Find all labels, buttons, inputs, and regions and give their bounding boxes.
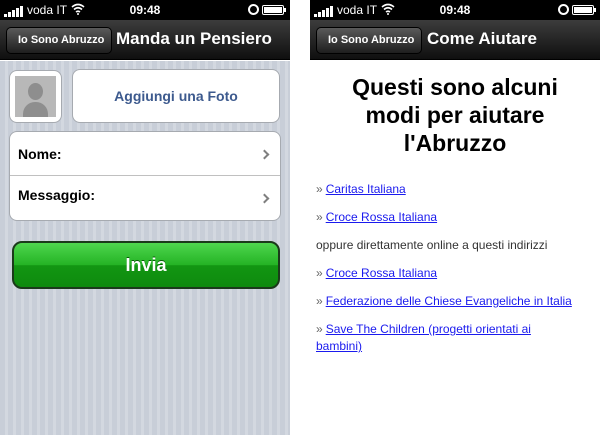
name-field[interactable]: Nome:: [10, 132, 280, 176]
screen-manda-un-pensiero: voda IT 09:48 Io Sono Abruzzo Manda un P…: [0, 0, 290, 435]
send-button[interactable]: Invia: [12, 241, 280, 289]
message-field[interactable]: Messaggio:: [10, 176, 280, 220]
person-silhouette-icon: [15, 76, 56, 117]
link-caritas-italiana[interactable]: Caritas Italiana: [326, 182, 406, 196]
page-title: Manda un Pensiero: [116, 29, 272, 48]
link-croce-rossa-italiana-online[interactable]: Croce Rossa Italiana: [326, 266, 437, 280]
list-item: » Croce Rossa Italiana: [316, 209, 598, 226]
rotation-lock-icon: [248, 4, 259, 15]
link-save-the-children[interactable]: Save The Children (progetti orientati ai…: [316, 322, 531, 353]
message-form: Nome: Messaggio:: [9, 131, 281, 221]
bullet: »: [316, 266, 323, 280]
battery-icon: [572, 5, 596, 15]
link-federazione-chiese-evangeliche[interactable]: Federazione delle Chiese Evangeliche in …: [326, 294, 572, 308]
list-item: » Save The Children (progetti orientati a…: [316, 321, 556, 355]
rotation-lock-icon: [558, 4, 569, 15]
heading-line: Questi sono alcuni: [352, 74, 558, 100]
bullet: »: [316, 210, 323, 224]
navigation-bar: Io Sono Abruzzo Come Aiutare: [310, 20, 600, 60]
online-text: oppure direttamente online a questi indi…: [316, 238, 548, 252]
page-title: Come Aiutare: [427, 29, 537, 48]
back-button[interactable]: Io Sono Abruzzo: [316, 27, 423, 54]
navigation-bar: Io Sono Abruzzo Manda un Pensiero: [0, 20, 290, 60]
clock: 09:48: [439, 3, 471, 17]
name-label: Nome:: [18, 146, 62, 162]
heading-line: l'Abruzzo: [403, 130, 507, 156]
back-button[interactable]: Io Sono Abruzzo: [6, 27, 113, 54]
status-bar: voda IT 09:48: [310, 0, 600, 20]
chevron-right-icon: [259, 193, 270, 204]
photo-placeholder[interactable]: [9, 70, 62, 123]
clock: 09:48: [129, 3, 161, 17]
list-item: » Federazione delle Chiese Evangeliche in…: [316, 293, 598, 310]
message-form-content: Aggiungi una Foto Nome: Messaggio: Invia: [0, 61, 290, 435]
bullet: »: [316, 182, 323, 196]
chevron-right-icon: [259, 149, 270, 160]
status-bar: voda IT 09:48: [0, 0, 290, 20]
message-label: Messaggio:: [18, 187, 96, 203]
heading-line: modi per aiutare: [365, 102, 545, 128]
battery-icon: [262, 5, 286, 15]
screen-come-aiutare: voda IT 09:48 Io Sono Abruzzo Come Aiuta…: [310, 0, 600, 435]
add-photo-button[interactable]: Aggiungi una Foto: [72, 69, 280, 123]
help-heading: Questi sono alcuni modi per aiutare l'Ab…: [320, 73, 590, 157]
bullet: »: [316, 322, 323, 336]
help-content: Questi sono alcuni modi per aiutare l'Ab…: [310, 61, 600, 435]
list-item: » Caritas Italiana: [316, 181, 598, 198]
bullet: »: [316, 294, 323, 308]
list-item: » Croce Rossa Italiana: [316, 265, 598, 282]
link-croce-rossa-italiana[interactable]: Croce Rossa Italiana: [326, 210, 437, 224]
